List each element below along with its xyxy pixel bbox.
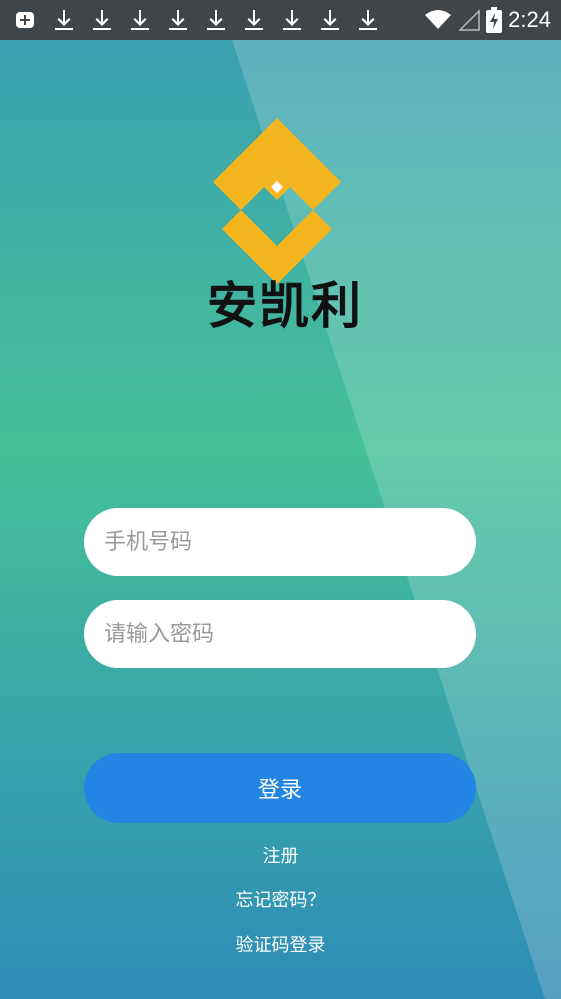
login-button[interactable]: 登录	[84, 753, 476, 823]
wifi-icon	[425, 10, 452, 29]
status-bar: 2:24	[0, 0, 561, 40]
download-icon	[207, 10, 225, 30]
download-icon	[283, 10, 301, 30]
plus-square-icon	[16, 12, 34, 28]
brand-name: 安凯利	[207, 277, 363, 335]
phone-input[interactable]	[84, 508, 476, 576]
clock-time: 2:24	[508, 7, 551, 32]
status-right: 2:24	[424, 0, 551, 40]
notification-icons	[0, 8, 378, 32]
password-input[interactable]	[84, 600, 476, 668]
download-icon	[93, 10, 111, 30]
download-icon	[55, 10, 73, 30]
forgot-password-link[interactable]: 忘记密码？	[0, 886, 561, 912]
download-icon	[131, 10, 149, 30]
download-icon	[321, 10, 339, 30]
battery-charging-icon	[486, 7, 503, 33]
download-icon	[359, 10, 377, 30]
register-link[interactable]: 注册	[0, 842, 561, 868]
signal-icon	[458, 9, 480, 31]
sms-login-link[interactable]: 验证码登录	[0, 931, 561, 957]
download-icon	[245, 10, 263, 30]
download-icon	[169, 10, 187, 30]
